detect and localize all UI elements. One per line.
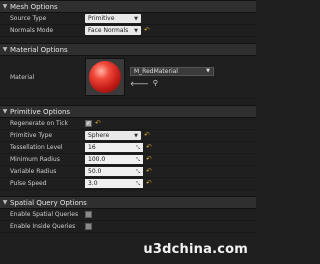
reset-to-default-icon[interactable]: ↶ [144, 27, 150, 34]
material-asset-dropdown[interactable]: M_RedMaterial ▼ [130, 66, 214, 76]
resize-arrows-icon: ⤡ [135, 144, 140, 151]
dropdown-value: Sphere [88, 132, 110, 139]
material-thumbnail[interactable] [85, 58, 125, 96]
collapse-caret-icon[interactable]: ▼ [0, 199, 10, 206]
arrow-left-icon[interactable]: 🡐 [130, 79, 149, 88]
reset-to-default-icon[interactable]: ↶ [146, 180, 152, 187]
enable-spatial-queries-checkbox[interactable] [85, 211, 92, 218]
resize-arrows-icon: ⤡ [135, 156, 140, 163]
property-label: Regenerate on Tick [10, 120, 68, 127]
section-header-spatial-query-options[interactable]: ▼ Spatial Query Options [0, 196, 256, 209]
watermark: u3dchina.com [143, 242, 248, 257]
variable-radius-input[interactable]: 50.0 ⤡ [85, 167, 143, 176]
checkmark-icon: ✓ [85, 120, 92, 127]
material-asset-name: M_RedMaterial [134, 67, 178, 75]
chevron-down-icon: ▼ [134, 15, 138, 22]
section-header-primitive-options[interactable]: ▼ Primitive Options [0, 105, 256, 118]
row-normals-mode: Normals Mode Face Normals ▼ ↶ [0, 25, 256, 37]
dropdown-value: Face Normals [88, 27, 129, 34]
input-value: 3.0 [88, 180, 98, 187]
regenerate-on-tick-checkbox[interactable]: ✓ [85, 120, 92, 127]
reset-to-default-icon[interactable]: ↶ [146, 168, 152, 175]
resize-arrows-icon: ⤡ [135, 180, 140, 187]
chevron-down-icon: ▼ [134, 132, 138, 139]
resize-arrows-icon: ⤡ [135, 168, 140, 175]
row-minimum-radius: Minimum Radius 100.0 ⤡ ↶ [0, 154, 256, 166]
row-regenerate-on-tick: Regenerate on Tick ✓ ↶ [0, 118, 256, 130]
property-label: Enable Inside Queries [10, 223, 76, 230]
collapse-caret-icon[interactable]: ▼ [0, 108, 10, 115]
normals-mode-dropdown[interactable]: Face Normals ▼ [85, 26, 141, 35]
enable-inside-queries-checkbox[interactable] [85, 223, 92, 230]
reset-to-default-icon[interactable]: ↶ [146, 156, 152, 163]
row-source-type: Source Type Primitive ▼ [0, 13, 256, 25]
property-label: Tessellation Level [10, 144, 63, 151]
section-primitive-options: ▼ Primitive Options Regenerate on Tick ✓… [0, 105, 256, 190]
pulse-speed-input[interactable]: 3.0 ⤡ [85, 179, 143, 188]
property-label: Pulse Speed [10, 180, 47, 187]
search-icon[interactable]: ⚲ [153, 79, 158, 87]
reset-to-default-icon[interactable]: ↶ [95, 120, 101, 127]
collapse-caret-icon[interactable]: ▼ [0, 3, 10, 10]
minimum-radius-input[interactable]: 100.0 ⤡ [85, 155, 143, 164]
property-label: Material [10, 73, 35, 81]
section-spatial-query-options: ▼ Spatial Query Options Enable Spatial Q… [0, 196, 256, 233]
row-material: Material M_RedMaterial ▼ 🡐 ⚲ [0, 56, 256, 99]
tessellation-level-input[interactable]: 16 ⤡ [85, 143, 143, 152]
section-title: Spatial Query Options [10, 198, 87, 207]
chevron-down-icon: ▼ [206, 68, 210, 74]
reset-to-default-icon[interactable]: ↶ [144, 132, 150, 139]
row-enable-inside-queries: Enable Inside Queries [0, 221, 256, 233]
property-label: Variable Radius [10, 168, 57, 175]
input-value: 16 [88, 144, 96, 151]
section-mesh-options: ▼ Mesh Options Source Type Primitive ▼ N… [0, 0, 256, 37]
property-label: Enable Spatial Queries [10, 211, 79, 218]
section-title: Mesh Options [10, 2, 58, 11]
dropdown-value: Primitive [88, 15, 115, 22]
section-material-options: ▼ Material Options Material M_RedMateria… [0, 43, 256, 99]
row-enable-spatial-queries: Enable Spatial Queries [0, 209, 256, 221]
section-title: Primitive Options [10, 107, 71, 116]
row-tessellation-level: Tessellation Level 16 ⤡ ↶ [0, 142, 256, 154]
property-label: Primitive Type [10, 132, 53, 139]
property-label: Source Type [10, 15, 47, 22]
input-value: 50.0 [88, 168, 102, 175]
section-header-material-options[interactable]: ▼ Material Options [0, 43, 256, 56]
row-pulse-speed: Pulse Speed 3.0 ⤡ ↶ [0, 178, 256, 190]
material-preview-sphere [89, 61, 121, 93]
input-value: 100.0 [88, 156, 106, 163]
collapse-caret-icon[interactable]: ▼ [0, 46, 10, 53]
source-type-dropdown[interactable]: Primitive ▼ [85, 14, 141, 23]
property-label: Normals Mode [10, 27, 54, 34]
row-variable-radius: Variable Radius 50.0 ⤡ ↶ [0, 166, 256, 178]
section-header-mesh-options[interactable]: ▼ Mesh Options [0, 0, 256, 13]
chevron-down-icon: ▼ [134, 27, 138, 34]
section-title: Material Options [10, 45, 68, 54]
reset-to-default-icon[interactable]: ↶ [146, 144, 152, 151]
property-label: Minimum Radius [10, 156, 60, 163]
row-primitive-type: Primitive Type Sphere ▼ ↶ [0, 130, 256, 142]
primitive-type-dropdown[interactable]: Sphere ▼ [85, 131, 141, 140]
